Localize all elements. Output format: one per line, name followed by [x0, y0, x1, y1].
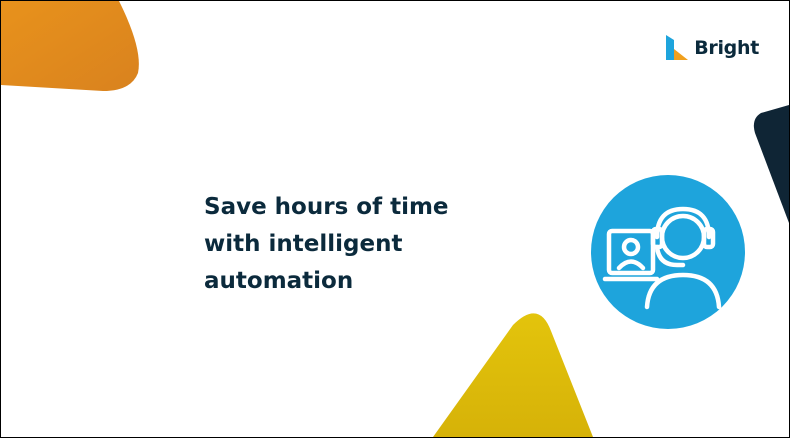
brand-logo: Bright [665, 35, 759, 60]
brand-name: Bright [694, 36, 759, 59]
slide: Bright Save hours of time with intellige… [0, 0, 790, 438]
navy-right-shape [753, 105, 789, 223]
yellow-triangle-shape [433, 313, 593, 437]
orange-corner-shape [1, 1, 139, 91]
headline: Save hours of time with intelligent auto… [204, 189, 544, 300]
headline-line: automation [204, 268, 354, 294]
bright-logo-icon [666, 35, 689, 60]
headline-line: Save hours of time [204, 194, 449, 220]
headline-line: with intelligent [204, 231, 403, 257]
customer-support-agent-icon [591, 175, 745, 329]
